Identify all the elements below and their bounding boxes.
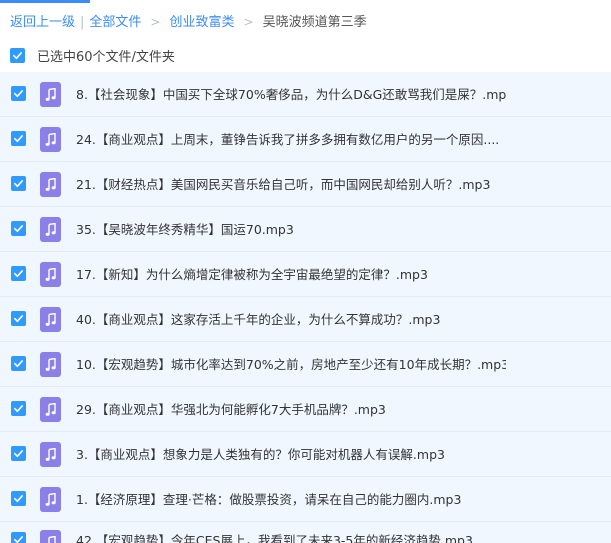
- music-note-icon: [45, 312, 56, 326]
- music-note-icon: [47, 535, 56, 543]
- file-checkbox[interactable]: [11, 311, 26, 326]
- check-icon: [14, 536, 23, 543]
- chevron-right-icon: >: [150, 15, 161, 29]
- breadcrumb-divider: |: [80, 15, 85, 30]
- file-name[interactable]: 24.【商业观点】上周末，董铮告诉我了拼多多拥有数亿用户的另一个原因....: [76, 117, 499, 162]
- top-progress-bar: [0, 0, 611, 3]
- music-note-icon: [45, 267, 56, 281]
- check-icon: [14, 90, 23, 98]
- file-checkbox[interactable]: [11, 266, 26, 281]
- file-name[interactable]: 8.【社会现象】中国买下全球70%奢侈品，为什么D&G还敢骂我们是屎？.mp3: [76, 72, 506, 117]
- music-note-icon: [45, 177, 56, 191]
- file-name[interactable]: 42.【宏观趋势】今年CES展上，我看到了未来3-5年的新经济趋势.mp3: [76, 526, 473, 543]
- music-note-icon: [45, 402, 56, 416]
- chevron-right-icon: >: [243, 15, 254, 29]
- audio-file-icon: [40, 352, 61, 377]
- file-checkbox[interactable]: [11, 356, 26, 371]
- audio-file-icon: [40, 487, 61, 512]
- file-row[interactable]: 17.【新知】为什么熵增定律被称为全宇宙最绝望的定律？.mp3: [0, 252, 611, 297]
- check-icon: [14, 450, 23, 458]
- file-row[interactable]: 24.【商业观点】上周末，董铮告诉我了拼多多拥有数亿用户的另一个原因....: [0, 117, 611, 162]
- audio-file-icon: [40, 530, 61, 543]
- file-row[interactable]: 8.【社会现象】中国买下全球70%奢侈品，为什么D&G还敢骂我们是屎？.mp3: [0, 72, 611, 117]
- audio-file-icon: [40, 307, 61, 332]
- check-icon: [14, 405, 23, 413]
- breadcrumb-current: 吴晓波频道第三季: [262, 15, 367, 30]
- check-icon: [14, 495, 23, 503]
- check-icon: [14, 270, 23, 278]
- music-note-icon: [45, 222, 56, 236]
- check-icon: [14, 315, 23, 323]
- file-row[interactable]: 35.【吴晓波年终秀精华】国运70.mp3: [0, 207, 611, 252]
- breadcrumb-all-files[interactable]: 全部文件: [89, 15, 141, 30]
- check-icon: [14, 180, 23, 188]
- file-row[interactable]: 42.【宏观趋势】今年CES展上，我看到了未来3-5年的新经济趋势.mp3: [0, 522, 611, 543]
- check-icon: [14, 135, 23, 143]
- music-note-icon: [45, 357, 56, 371]
- file-row[interactable]: 29.【商业观点】华强北为何能孵化7大手机品牌？.mp3: [0, 387, 611, 432]
- music-note-icon: [45, 447, 56, 461]
- file-name[interactable]: 29.【商业观点】华强北为何能孵化7大手机品牌？.mp3: [76, 387, 386, 432]
- music-note-icon: [45, 492, 56, 506]
- file-checkbox[interactable]: [11, 446, 26, 461]
- file-checkbox[interactable]: [11, 221, 26, 236]
- audio-file-icon: [40, 217, 61, 242]
- select-all-bar: 已选中60个文件/文件夹: [10, 44, 175, 66]
- file-row[interactable]: 1.【经济原理】查理·芒格：做股票投资，请呆在自己的能力圈内.mp3: [0, 477, 611, 522]
- audio-file-icon: [40, 442, 61, 467]
- audio-file-icon: [40, 172, 61, 197]
- check-icon: [14, 360, 23, 368]
- file-name[interactable]: 3.【商业观点】想象力是人类独有的？你可能对机器人有误解.mp3: [76, 432, 445, 477]
- selection-count-label: 已选中60个文件/文件夹: [37, 49, 175, 65]
- file-row[interactable]: 3.【商业观点】想象力是人类独有的？你可能对机器人有误解.mp3: [0, 432, 611, 477]
- audio-file-icon: [40, 262, 61, 287]
- file-checkbox[interactable]: [11, 131, 26, 146]
- file-name[interactable]: 1.【经济原理】查理·芒格：做股票投资，请呆在自己的能力圈内.mp3: [76, 477, 461, 522]
- audio-file-icon: [40, 397, 61, 422]
- breadcrumb: 返回上一级 | 全部文件 > 创业致富类 > 吴晓波频道第三季: [10, 12, 367, 32]
- file-name[interactable]: 35.【吴晓波年终秀精华】国运70.mp3: [76, 207, 294, 252]
- file-checkbox[interactable]: [11, 86, 26, 101]
- audio-file-icon: [40, 82, 61, 107]
- file-name[interactable]: 21.【财经热点】美国网民买音乐给自己听，而中国网民却给别人听？.mp3: [76, 162, 490, 207]
- select-all-checkbox[interactable]: [10, 47, 25, 63]
- file-checkbox[interactable]: [11, 401, 26, 416]
- file-name[interactable]: 40.【商业观点】这家存活上千年的企业，为什么不算成功？.mp3: [76, 297, 440, 342]
- check-icon: [13, 51, 22, 59]
- file-list: 8.【社会现象】中国买下全球70%奢侈品，为什么D&G还敢骂我们是屎？.mp3 2…: [0, 72, 611, 543]
- file-checkbox[interactable]: [11, 532, 26, 543]
- back-link[interactable]: 返回上一级: [10, 15, 75, 30]
- file-row[interactable]: 21.【财经热点】美国网民买音乐给自己听，而中国网民却给别人听？.mp3: [0, 162, 611, 207]
- file-name[interactable]: 17.【新知】为什么熵增定律被称为全宇宙最绝望的定律？.mp3: [76, 252, 428, 297]
- music-note-icon: [45, 132, 56, 146]
- check-icon: [14, 225, 23, 233]
- breadcrumb-folder[interactable]: 创业致富类: [169, 15, 234, 30]
- file-name[interactable]: 10.【宏观趋势】城市化率达到70%之前，房地产至少还有10年成长期？.mp3: [76, 342, 506, 387]
- file-row[interactable]: 40.【商业观点】这家存活上千年的企业，为什么不算成功？.mp3: [0, 297, 611, 342]
- file-row[interactable]: 10.【宏观趋势】城市化率达到70%之前，房地产至少还有10年成长期？.mp3: [0, 342, 611, 387]
- file-checkbox[interactable]: [11, 491, 26, 506]
- file-checkbox[interactable]: [11, 176, 26, 191]
- music-note-icon: [45, 87, 56, 101]
- audio-file-icon: [40, 127, 61, 152]
